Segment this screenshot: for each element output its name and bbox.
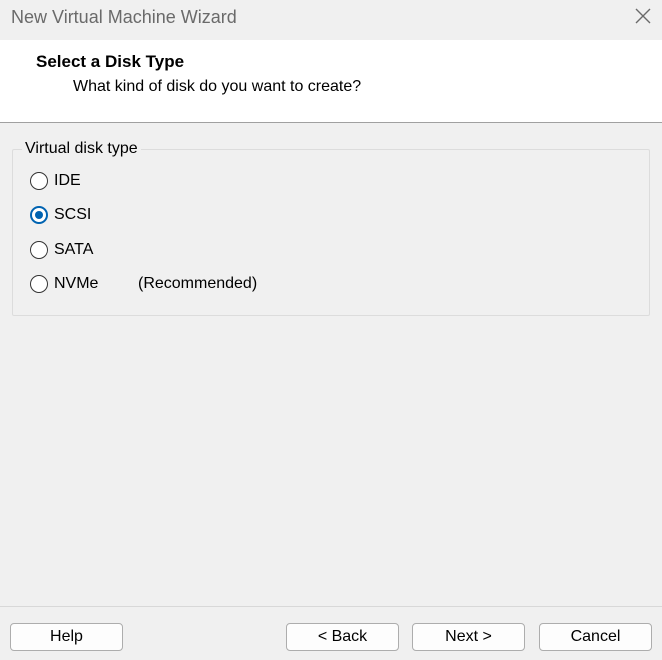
help-button[interactable]: Help — [10, 623, 123, 651]
disk-type-legend: Virtual disk type — [22, 140, 141, 158]
wizard-header: Select a Disk Type What kind of disk do … — [0, 40, 662, 123]
radio-label-sata: SATA — [54, 241, 94, 258]
cancel-button[interactable]: Cancel — [539, 623, 652, 651]
radio-ide[interactable] — [30, 172, 48, 190]
radio-sata[interactable] — [30, 241, 48, 259]
recommended-note: (Recommended) — [138, 275, 258, 292]
radio-label-nvme: NVMe — [54, 275, 99, 292]
radio-label-ide: IDE — [54, 172, 81, 189]
back-button[interactable]: < Back — [286, 623, 399, 651]
radio-option-ide[interactable]: IDE — [30, 170, 81, 192]
page-title: Select a Disk Type — [36, 52, 185, 71]
next-button[interactable]: Next > — [412, 623, 525, 651]
footer-divider — [0, 606, 662, 607]
title-bar: New Virtual Machine Wizard — [0, 0, 662, 40]
window-title: New Virtual Machine Wizard — [11, 7, 237, 27]
radio-label-scsi: SCSI — [54, 206, 92, 223]
disk-type-groupbox — [12, 149, 650, 316]
close-icon — [635, 8, 651, 29]
radio-nvme[interactable] — [30, 275, 48, 293]
radio-option-nvme[interactable]: NVMe (Recommended) — [30, 273, 257, 295]
radio-option-sata[interactable]: SATA — [30, 239, 93, 261]
radio-scsi[interactable] — [30, 206, 48, 224]
radio-option-scsi[interactable]: SCSI — [30, 204, 91, 226]
close-button[interactable] — [624, 0, 662, 36]
page-subtitle: What kind of disk do you want to create? — [73, 78, 362, 95]
